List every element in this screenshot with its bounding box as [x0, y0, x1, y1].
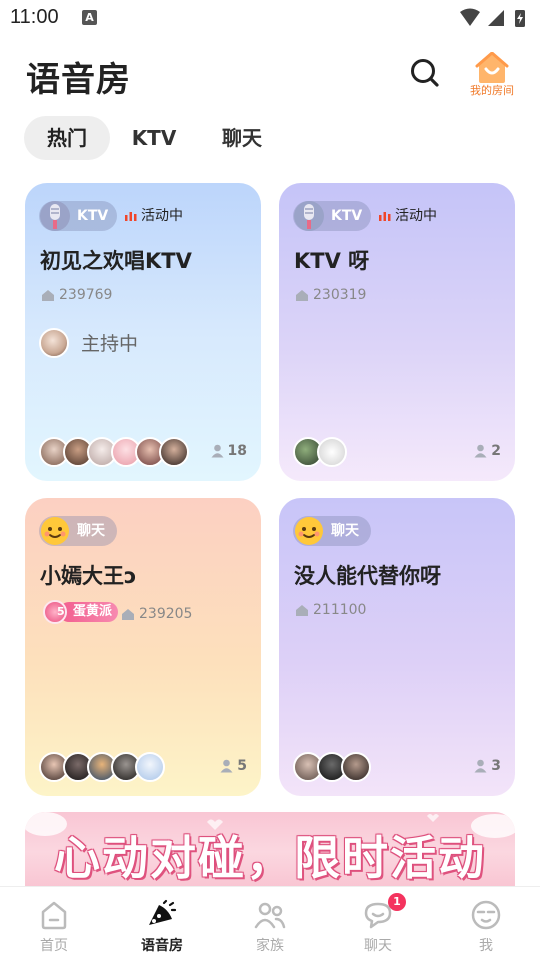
room-id: 239769: [41, 285, 112, 305]
live-bars-icon: [379, 212, 391, 221]
room-id-icon: [296, 604, 308, 616]
chat-emoji-icon: [41, 517, 69, 545]
room-type-label: KTV: [77, 208, 109, 224]
nav-chat[interactable]: 1 聊天: [324, 887, 432, 960]
room-id-icon: [122, 608, 134, 620]
room-type-label: KTV: [331, 208, 363, 224]
room-card[interactable]: 聊天 小嫣大王ↄ 蛋黄派 5 239205 5: [25, 498, 261, 796]
bottom-nav: 首页 语音房 家族 1 聊天 我: [0, 886, 540, 960]
live-label: 活动中: [141, 208, 183, 224]
nav-family[interactable]: 家族: [216, 887, 324, 960]
room-title: 没人能代替你呀: [294, 564, 441, 588]
banner-text: 心动对碰，限时活动: [54, 831, 486, 885]
nav-label: 我: [479, 938, 493, 954]
member-count: 3: [474, 758, 501, 774]
nav-home[interactable]: 首页: [0, 887, 108, 960]
member-count-value: 3: [491, 758, 501, 774]
room-type-tag: KTV: [293, 201, 371, 231]
person-icon: [474, 759, 487, 773]
live-status: 活动中: [125, 201, 183, 231]
home-icon: [41, 901, 67, 930]
search-icon: [411, 59, 439, 87]
host-avatar: [39, 328, 69, 358]
family-level: 5: [57, 605, 65, 618]
nav-label: 家族: [256, 938, 284, 954]
room-title: KTV 呀: [294, 249, 370, 273]
family-icon: [254, 902, 286, 929]
nav-label: 聊天: [364, 938, 392, 954]
room-card[interactable]: KTV 活动中 KTV 呀 230319 2: [279, 183, 515, 481]
room-title: 小嫣大王ↄ: [40, 564, 137, 588]
status-time: 11:00: [10, 6, 59, 28]
room-id-icon: [42, 289, 54, 301]
person-icon: [220, 759, 233, 773]
room-id-icon: [296, 289, 308, 301]
person-icon: [474, 444, 487, 458]
tab-chat[interactable]: 聊天: [208, 116, 276, 160]
room-id-value: 239205: [139, 606, 193, 622]
notification-icon: A: [82, 10, 97, 25]
avatar: [341, 752, 371, 782]
tab-hot[interactable]: 热门: [24, 116, 110, 160]
room-card[interactable]: 聊天 没人能代替你呀 211100 3: [279, 498, 515, 796]
member-count-value: 5: [237, 758, 247, 774]
family-name: 蛋黄派: [59, 602, 119, 622]
room-type-label: 聊天: [331, 523, 359, 539]
room-type-tag: 聊天: [293, 516, 371, 546]
system-status-icons: [460, 8, 525, 27]
avatar: [317, 437, 347, 467]
room-title: 初见之欢唱KTV: [40, 249, 192, 273]
room-type-tag: 聊天: [39, 516, 117, 546]
room-id: 230319: [295, 285, 366, 305]
profile-icon: [471, 900, 501, 930]
nav-profile[interactable]: 我: [432, 887, 540, 960]
room-id: 239205: [121, 604, 192, 624]
tab-ktv[interactable]: KTV: [120, 116, 188, 160]
room-type-tag: KTV: [39, 201, 117, 231]
member-count-value: 18: [227, 443, 247, 459]
avatar: [159, 437, 189, 467]
voice-room-icon: [149, 899, 177, 925]
status-bar: 11:00 A: [0, 0, 540, 36]
microphone-icon: [294, 201, 324, 231]
member-count-value: 2: [491, 443, 501, 459]
room-type-label: 聊天: [77, 523, 105, 539]
live-bars-icon: [125, 212, 137, 221]
member-count: 2: [474, 443, 501, 459]
nav-label: 语音房: [141, 938, 183, 954]
host-label: 主持中: [81, 333, 139, 355]
live-status: 活动中: [379, 201, 437, 231]
my-room-icon: [475, 52, 509, 83]
nav-label: 首页: [40, 938, 68, 954]
room-id-value: 230319: [313, 287, 367, 303]
my-room-label: 我的房间: [470, 84, 514, 97]
my-room-button[interactable]: 我的房间: [462, 52, 522, 98]
avatar: [135, 752, 165, 782]
member-count: 5: [220, 758, 247, 774]
microphone-icon: [40, 201, 70, 231]
unread-badge: 1: [388, 893, 406, 911]
person-icon: [211, 444, 224, 458]
member-count: 18: [211, 443, 247, 459]
page-title: 语音房: [26, 60, 131, 100]
chat-emoji-icon: [295, 517, 323, 545]
search-button[interactable]: [406, 54, 444, 92]
room-card[interactable]: KTV 活动中 初见之欢唱KTV 239769 主持中 18: [25, 183, 261, 481]
wifi-icon: [460, 8, 480, 26]
room-id-value: 239769: [59, 287, 113, 303]
live-label: 活动中: [395, 208, 437, 224]
room-id: 211100: [295, 600, 366, 620]
signal-icon: [488, 10, 504, 26]
nav-voice-room[interactable]: 语音房: [108, 887, 216, 960]
room-id-value: 211100: [313, 602, 367, 618]
